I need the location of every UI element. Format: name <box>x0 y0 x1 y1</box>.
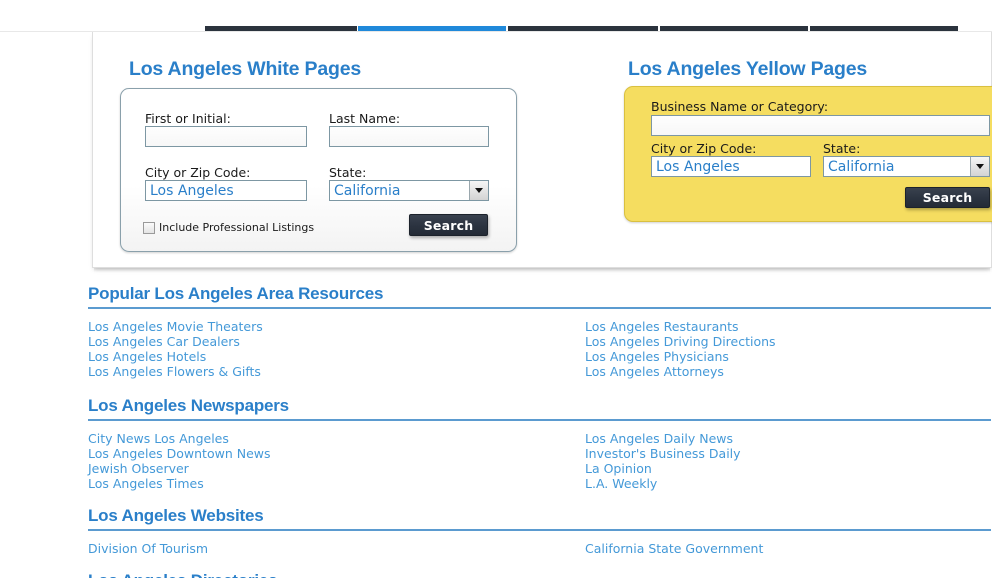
list-item[interactable]: Los Angeles Hotels <box>88 349 585 364</box>
section-heading: Los Angeles Newspapers <box>88 396 991 421</box>
section-right-links: Los Angeles Daily News Investor's Busine… <box>585 431 991 491</box>
yellow-pages-search-button[interactable]: Search <box>905 187 990 208</box>
wp-professional-listings-checkbox-row[interactable]: Include Professional Listings <box>143 221 314 234</box>
page-root: Los Angeles White Pages First or Initial… <box>0 0 992 578</box>
list-item[interactable]: La Opinion <box>585 461 991 476</box>
list-item[interactable]: Los Angeles Movie Theaters <box>88 319 585 334</box>
yp-state-value: California <box>828 158 895 175</box>
wp-city-label: City or Zip Code: <box>145 165 251 180</box>
yp-search-label: Search <box>922 190 973 205</box>
yp-state-label: State: <box>823 141 861 156</box>
section-popular-resources: Popular Los Angeles Area Resources Los A… <box>88 284 991 379</box>
wp-first-name-label: First or Initial: <box>145 111 231 126</box>
section-right-links: California State Government <box>585 541 991 556</box>
list-item[interactable]: Los Angeles Flowers & Gifts <box>88 364 585 379</box>
list-item[interactable]: Los Angeles Attorneys <box>585 364 991 379</box>
section-left-links: Division Of Tourism <box>88 541 585 556</box>
list-item[interactable]: California State Government <box>585 541 991 556</box>
list-item[interactable]: Los Angeles Downtown News <box>88 446 585 461</box>
chevron-down-icon[interactable] <box>469 181 488 200</box>
section-websites: Los Angeles Websites Division Of Tourism… <box>88 506 991 556</box>
section-heading: Los Angeles Websites <box>88 506 991 531</box>
white-pages-title: Los Angeles White Pages <box>129 58 361 80</box>
list-item[interactable]: Los Angeles Times <box>88 476 585 491</box>
section-left-links: Los Angeles Movie Theaters Los Angeles C… <box>88 319 585 379</box>
yellow-pages-title: Los Angeles Yellow Pages <box>628 58 868 80</box>
list-item[interactable]: Los Angeles Car Dealers <box>88 334 585 349</box>
wp-search-label: Search <box>423 217 474 233</box>
section-right-links: Los Angeles Restaurants Los Angeles Driv… <box>585 319 991 379</box>
wp-city-input[interactable] <box>145 180 307 201</box>
tab-strip <box>0 0 992 32</box>
wp-professional-listings-label: Include Professional Listings <box>159 221 315 234</box>
yp-business-input[interactable] <box>651 115 990 136</box>
yp-state-select[interactable]: California <box>823 156 990 177</box>
section-heading: Los Angeles Directories <box>88 571 991 578</box>
list-item[interactable]: Los Angeles Driving Directions <box>585 334 991 349</box>
yp-business-label: Business Name or Category: <box>651 99 829 114</box>
wp-last-name-input[interactable] <box>329 126 489 147</box>
list-item[interactable]: Jewish Observer <box>88 461 585 476</box>
list-item[interactable]: Los Angeles Daily News <box>585 431 991 446</box>
list-item[interactable]: Division Of Tourism <box>88 541 585 556</box>
resource-sections: Popular Los Angeles Area Resources Los A… <box>88 284 991 578</box>
panel-shadow <box>94 268 990 272</box>
wp-last-name-label: Last Name: <box>329 111 401 126</box>
wp-state-value: California <box>334 182 401 199</box>
list-item[interactable]: Los Angeles Restaurants <box>585 319 991 334</box>
chevron-down-icon[interactable] <box>970 157 989 176</box>
list-item[interactable]: L.A. Weekly <box>585 476 991 491</box>
section-directories: Los Angeles Directories <box>88 571 991 578</box>
white-pages-search-button[interactable]: Search <box>409 214 488 236</box>
section-newspapers: Los Angeles Newspapers City News Los Ang… <box>88 396 991 491</box>
list-item[interactable]: City News Los Angeles <box>88 431 585 446</box>
yp-city-label: City or Zip Code: <box>651 141 757 156</box>
list-item[interactable]: Los Angeles Physicians <box>585 349 991 364</box>
wp-first-name-input[interactable] <box>145 126 307 147</box>
checkbox-icon[interactable] <box>143 221 155 234</box>
wp-state-label: State: <box>329 165 367 180</box>
yp-city-input[interactable] <box>651 156 811 177</box>
wp-state-select[interactable]: California <box>329 180 489 201</box>
section-heading: Popular Los Angeles Area Resources <box>88 284 991 309</box>
list-item[interactable]: Investor's Business Daily <box>585 446 991 461</box>
section-left-links: City News Los Angeles Los Angeles Downto… <box>88 431 585 491</box>
